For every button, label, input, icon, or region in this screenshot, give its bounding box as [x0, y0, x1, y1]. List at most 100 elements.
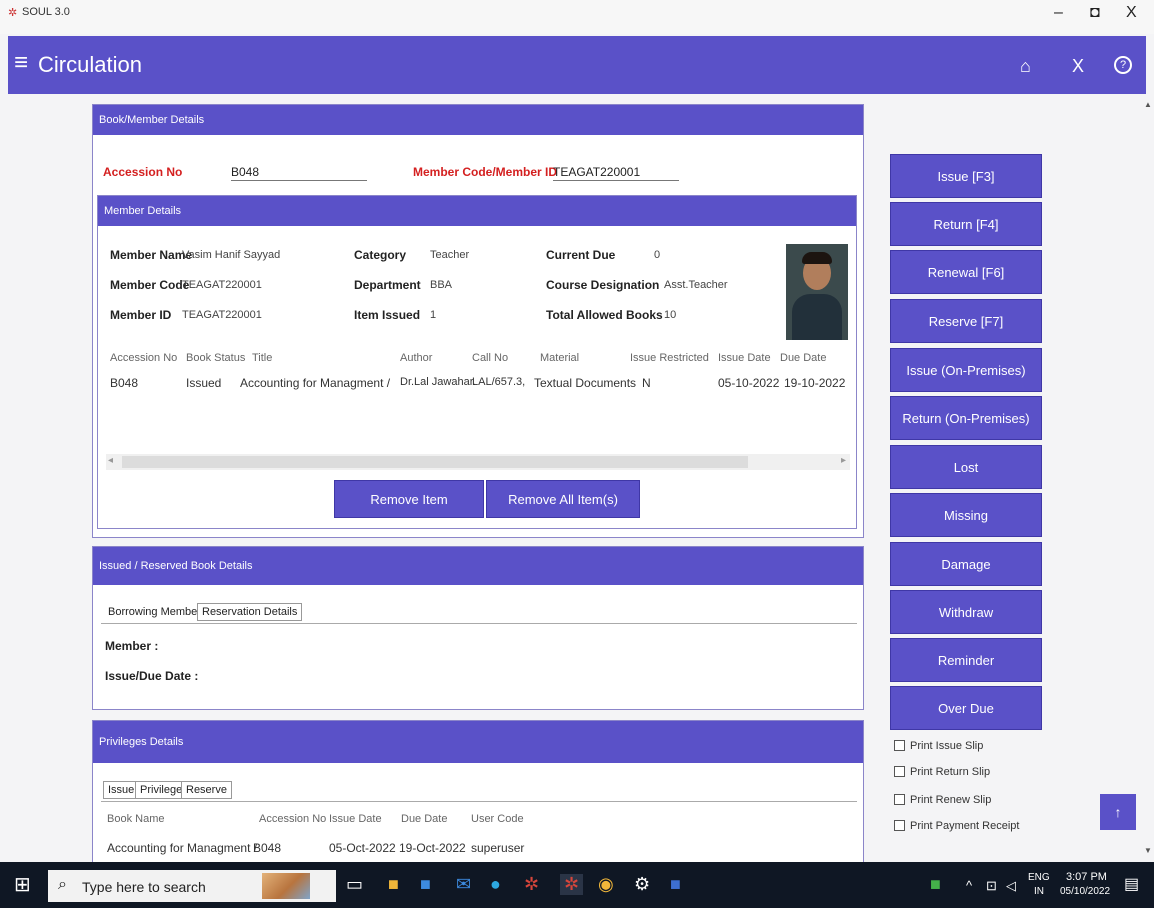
missing-button[interactable]: Missing	[890, 493, 1042, 537]
course-label: Course Designation	[546, 278, 660, 292]
task-view-icon[interactable]: ▭	[346, 874, 363, 895]
tray-chevron-icon[interactable]: ^	[966, 878, 972, 893]
tab-issue[interactable]: Issue	[103, 781, 140, 799]
photo-shirt	[792, 294, 842, 340]
current-due-label: Current Due	[546, 248, 616, 262]
checkbox-box[interactable]	[894, 794, 905, 805]
ph-user-code: User Code	[471, 813, 524, 825]
soul-logo-icon: ✲	[8, 7, 18, 19]
search-highlight-image	[262, 873, 310, 899]
withdraw-button[interactable]: Withdraw	[890, 590, 1042, 634]
ph-book-name: Book Name	[107, 813, 165, 825]
member-code-value: TEAGAT220001	[182, 279, 262, 291]
ph-accession: Accession No	[259, 813, 327, 825]
scroll-right-icon[interactable]: ▸	[841, 455, 846, 466]
file-explorer-icon[interactable]: ■	[388, 874, 399, 895]
window-title-bar: ✲ SOUL 3.0 – ◘ X	[0, 0, 1154, 34]
td-issue-restricted: N	[642, 376, 651, 390]
pd-user-code: superuser	[471, 841, 525, 855]
home-icon[interactable]: ⌂	[1020, 56, 1031, 77]
clock-date[interactable]: 05/10/2022	[1060, 886, 1110, 897]
issue-on-premises-button[interactable]: Issue (On-Premises)	[890, 348, 1042, 392]
td-author: Dr.Lal Jawahar.	[400, 376, 476, 388]
page-title: Circulation	[38, 52, 142, 77]
print-payment-receipt-checkbox[interactable]: Print Payment Receipt	[894, 820, 1019, 832]
edge-icon[interactable]: ●	[490, 874, 501, 895]
search-placeholder: Type here to search	[82, 879, 206, 895]
issue-button[interactable]: Issue [F3]	[890, 154, 1042, 198]
category-value: Teacher	[430, 249, 470, 261]
window-close-button[interactable]: X	[1126, 4, 1137, 22]
member-name-label: Member Name	[110, 248, 193, 262]
accession-input[interactable]: B048	[231, 163, 367, 181]
over-due-button[interactable]: Over Due	[890, 686, 1042, 730]
remove-all-items-button[interactable]: Remove All Item(s)	[486, 480, 640, 518]
word-icon[interactable]: ■	[670, 874, 681, 895]
scrollbar-thumb[interactable]	[122, 456, 748, 468]
print-issue-slip-checkbox[interactable]: Print Issue Slip	[894, 740, 983, 752]
tab-reserve[interactable]: Reserve	[181, 781, 232, 799]
td-call-no: LAL/657.3,	[472, 376, 526, 388]
network-icon[interactable]: ⊡	[986, 878, 997, 894]
print-issue-slip-label: Print Issue Slip	[910, 740, 984, 752]
volume-icon[interactable]: ◁	[1006, 878, 1016, 894]
member-info-label: Member :	[105, 639, 159, 653]
total-allowed-label: Total Allowed Books	[546, 308, 663, 322]
horizontal-scrollbar[interactable]: ◂ ▸	[106, 454, 850, 470]
table-row[interactable]: Accounting for Managment / B048 05-Oct-2…	[101, 833, 857, 861]
header-close-icon[interactable]: X	[1072, 56, 1084, 77]
hamburger-menu-icon[interactable]: ≡	[14, 49, 28, 77]
item-issued-value: 1	[430, 309, 437, 321]
taskbar-search[interactable]: ⌕ Type here to search	[48, 870, 336, 902]
notifications-icon[interactable]: ▤	[1124, 874, 1139, 894]
renewal-button[interactable]: Renewal [F6]	[890, 250, 1042, 294]
return-button[interactable]: Return [F4]	[890, 202, 1042, 246]
member-code-field-label: Member Code	[110, 278, 190, 292]
scroll-up-arrow-icon[interactable]: ▲	[1144, 100, 1152, 109]
pd-accession: B048	[253, 841, 282, 855]
return-on-premises-button[interactable]: Return (On-Premises)	[890, 396, 1042, 440]
reminder-button[interactable]: Reminder	[890, 638, 1042, 682]
minimize-button[interactable]: –	[1054, 4, 1063, 22]
tab-privilege[interactable]: Privilege	[135, 781, 188, 799]
member-details-header: Member Details	[98, 196, 856, 226]
restore-button[interactable]: ◘	[1090, 4, 1100, 22]
windows-start-icon[interactable]: ⊞	[14, 872, 31, 897]
ph-issue-date: Issue Date	[329, 813, 382, 825]
settings-icon[interactable]: ⚙	[634, 874, 650, 895]
print-return-slip-checkbox[interactable]: Print Return Slip	[894, 766, 990, 778]
privileges-panel: Privileges Details Issue Privilege Reser…	[92, 720, 864, 862]
tab-borrowing-member[interactable]: Borrowing Member	[103, 603, 206, 621]
th-issue-restricted: Issue Restricted	[630, 352, 709, 364]
td-material: Textual Documents	[534, 376, 637, 390]
checkbox-box[interactable]	[894, 740, 905, 751]
language-bottom: IN	[1034, 886, 1044, 897]
help-icon[interactable]: ?	[1114, 56, 1132, 74]
soul-app-active-icon[interactable]: ✲	[560, 874, 584, 895]
checkbox-box[interactable]	[894, 820, 905, 831]
damage-button[interactable]: Damage	[890, 542, 1042, 586]
soul-app-icon[interactable]: ✲	[524, 874, 539, 895]
th-material: Material	[540, 352, 580, 364]
member-code-input[interactable]: TEAGAT220001	[553, 163, 679, 181]
clock-time[interactable]: 3:07 PM	[1066, 871, 1107, 883]
tab-reservation-details[interactable]: Reservation Details	[197, 603, 303, 621]
table-row[interactable]: B048 Issued Accounting for Managment / D…	[106, 368, 850, 396]
checkbox-box[interactable]	[894, 766, 905, 777]
scroll-left-icon[interactable]: ◂	[108, 455, 113, 466]
tab-divider	[101, 623, 857, 624]
lost-button[interactable]: Lost	[890, 445, 1042, 489]
remove-item-button[interactable]: Remove Item	[334, 480, 484, 518]
issue-due-date-label: Issue/Due Date :	[105, 669, 199, 683]
td-status: Issued	[186, 376, 222, 390]
scroll-top-button[interactable]: ↑	[1100, 794, 1136, 830]
scroll-down-arrow-icon[interactable]: ▼	[1144, 846, 1152, 855]
window-title: SOUL 3.0	[22, 6, 70, 18]
tray-app-icon[interactable]: ■	[930, 874, 941, 895]
reserve-button[interactable]: Reserve [F7]	[890, 299, 1042, 343]
print-renew-slip-checkbox[interactable]: Print Renew Slip	[894, 794, 991, 806]
store-icon[interactable]: ■	[420, 874, 431, 895]
book-member-header: Book/Member Details	[93, 105, 863, 135]
mail-icon[interactable]: ✉	[456, 874, 471, 895]
chrome-icon[interactable]: ◉	[598, 874, 614, 895]
